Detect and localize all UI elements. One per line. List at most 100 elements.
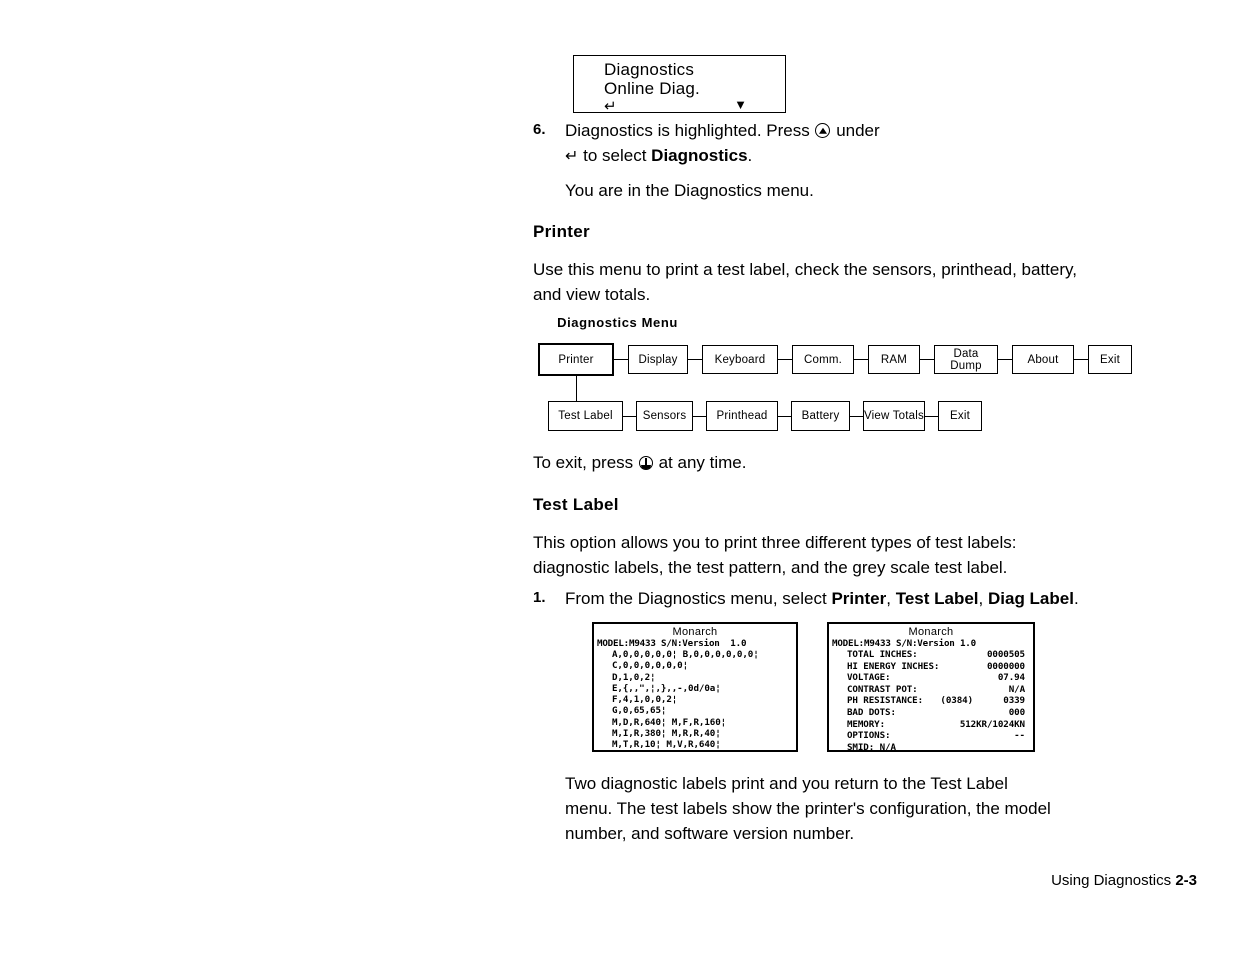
- menu-box-battery[interactable]: Battery: [791, 401, 850, 431]
- heading-test-label: Test Label: [533, 495, 619, 514]
- row-key: SMID: N/A: [847, 741, 896, 752]
- two-labels-line-1: Two diagnostic labels print and you retu…: [565, 774, 1008, 793]
- document-page: Diagnostics Online Diag. ↵ ▼ 6. Diagnost…: [0, 0, 1235, 954]
- menu-box-data-dump[interactable]: Data Dump: [934, 345, 998, 374]
- printed-label-right-row: PH RESISTANCE: (0384) 0339: [847, 695, 1033, 707]
- step-1-body: From the Diagnostics menu, select Printe…: [565, 586, 1079, 611]
- row-key: HI ENERGY INCHES:: [847, 660, 940, 672]
- menu-box-printhead[interactable]: Printhead: [706, 401, 778, 431]
- row-key: PH RESISTANCE:: [847, 695, 924, 707]
- row-value: --: [1014, 730, 1025, 742]
- step-6-text-b: under: [831, 121, 880, 140]
- menu-box-keyboard[interactable]: Keyboard: [702, 345, 778, 374]
- step-6-text-a: Diagnostics is highlighted. Press: [565, 121, 815, 140]
- connector-r2-5: [925, 416, 938, 418]
- row-key: BAD DOTS:: [847, 706, 896, 718]
- page-footer: Using Diagnostics 2-3: [1051, 872, 1197, 889]
- menu-box-ram[interactable]: RAM: [868, 345, 920, 374]
- printed-label-right-row: SMID: N/A: [847, 741, 1033, 752]
- row-key: OPTIONS:: [847, 730, 891, 742]
- row-value: 07.94: [997, 672, 1025, 684]
- menu-diagram: Printer Display Keyboard Comm. RAM Data …: [538, 343, 1138, 438]
- printed-label-right-row: MEMORY: 512KR/1024KN: [847, 719, 1033, 731]
- footer-page-number: 2-3: [1175, 872, 1197, 889]
- row-value: 512KR/1024KN: [959, 718, 1025, 730]
- row-value: 0339: [1003, 695, 1025, 707]
- printed-label-right-model: MODEL:M9433 S/N:Version 1.0: [832, 638, 976, 649]
- test-label-intro-line-1: This option allows you to print three di…: [533, 533, 1017, 552]
- printed-test-label-right: Monarch MODEL:M9433 S/N:Version 1.0 TOTA…: [827, 622, 1035, 752]
- connector-r2-3: [778, 416, 791, 418]
- two-labels-line-2: menu. The test labels show the printer's…: [565, 799, 1051, 818]
- menu-box-exit-sub[interactable]: Exit: [938, 401, 982, 431]
- connector-r2-2: [693, 416, 706, 418]
- printed-label-left-line: E,{,,",¦,},,-,0d/0a¦: [612, 682, 721, 694]
- row-value: N/A: [1008, 683, 1025, 695]
- step-6-number: 6.: [533, 121, 546, 138]
- connector-r1-3: [778, 359, 792, 361]
- row-value: 000: [1008, 706, 1025, 718]
- step-1: 1. From the Diagnostics menu, select Pri…: [533, 586, 1193, 611]
- row-mid: (0384): [940, 695, 973, 707]
- row-key: MEMORY:: [847, 718, 886, 730]
- printed-test-label-left: Monarch MODEL:M9433 S/N:Version 1.0 A,0,…: [592, 622, 798, 752]
- printed-label-left-model: MODEL:M9433 S/N:Version 1.0: [597, 638, 747, 649]
- menu-box-view-totals[interactable]: View Totals: [863, 401, 925, 431]
- step-6-text-c: to select: [578, 146, 652, 165]
- lcd-line-1: Diagnostics: [604, 60, 695, 79]
- lcd-line-2: Online Diag.: [604, 79, 700, 98]
- connector-r1-6: [998, 359, 1012, 361]
- step-1-text-a: From the Diagnostics menu, select: [565, 589, 832, 608]
- paragraph-you-are-in-menu: You are in the Diagnostics menu.: [565, 181, 814, 200]
- to-exit-text-a: To exit, press: [533, 453, 638, 472]
- connector-r1-4: [854, 359, 868, 361]
- paragraph-test-label-intro: This option allows you to print three di…: [533, 530, 1193, 580]
- connector-r1-2: [688, 359, 702, 361]
- printed-label-right-row: OPTIONS: --: [847, 730, 1033, 742]
- step-6-bold-diagnostics: Diagnostics: [651, 146, 748, 165]
- printed-label-left-line: G,0,65,65¦: [612, 705, 667, 717]
- printed-label-left-line: A,0,0,0,0,0¦ B,0,0,0,0,0,0¦: [612, 649, 759, 660]
- printed-label-left-line: M,T,R,10¦ M,V,R,640¦: [612, 739, 721, 751]
- menu-box-printer[interactable]: Printer: [538, 343, 614, 376]
- connector-r1-7: [1074, 359, 1088, 361]
- menu-box-display[interactable]: Display: [628, 345, 688, 374]
- printed-label-right-row: VOLTAGE: 07.94: [847, 672, 1033, 684]
- lcd-enter-glyph: ↵: [604, 98, 617, 115]
- menu-box-sensors[interactable]: Sensors: [636, 401, 693, 431]
- enter-key-glyph: ↵: [565, 148, 579, 165]
- menu-box-exit[interactable]: Exit: [1088, 345, 1132, 374]
- heading-printer: Printer: [533, 222, 590, 241]
- test-label-intro-line-2: diagnostic labels, the test pattern, and…: [533, 558, 1008, 577]
- printed-label-left-line: D,1,0,2¦: [612, 671, 656, 683]
- paragraph-printer-intro: Use this menu to print a test label, che…: [533, 257, 1193, 307]
- paragraph-to-exit: To exit, press at any time.: [533, 450, 1193, 475]
- printed-label-right-title: Monarch: [908, 626, 954, 638]
- connector-r1-5: [920, 359, 934, 361]
- two-labels-line-3: number, and software version number.: [565, 824, 855, 843]
- footer-chapter: Using Diagnostics: [1051, 872, 1172, 889]
- printed-label-left-line: M,I,R,380¦ M,R,R,40¦: [612, 728, 721, 740]
- step-6-text-d: .: [747, 146, 753, 165]
- printer-intro-line-2: and view totals.: [533, 285, 651, 304]
- printed-label-left-line: F,4,1,0,0,2¦: [612, 694, 678, 706]
- printed-label-right-row: HI ENERGY INCHES: 0000000: [847, 661, 1033, 673]
- step-1-text-end: .: [1073, 589, 1079, 608]
- step-1-bold-diag-label: Diag Label: [987, 589, 1074, 608]
- menu-box-test-label[interactable]: Test Label: [548, 401, 623, 431]
- step-1-sep-1: ,: [886, 589, 896, 608]
- printed-label-right-row: CONTRAST POT: N/A: [847, 684, 1033, 696]
- row-key: VOLTAGE:: [847, 672, 891, 684]
- row-key: CONTRAST POT:: [847, 683, 918, 695]
- menu-box-about[interactable]: About: [1012, 345, 1074, 374]
- paragraph-two-labels-print: Two diagnostic labels print and you retu…: [565, 771, 1205, 846]
- lcd-display-panel: Diagnostics Online Diag. ↵ ▼: [573, 55, 786, 115]
- step-1-bold-printer: Printer: [831, 589, 887, 608]
- step-6: 6. Diagnostics is highlighted. Press und…: [533, 118, 1193, 169]
- lcd-down-arrow-icon: ▼: [734, 97, 747, 112]
- printed-label-right-row: BAD DOTS: 000: [847, 707, 1033, 719]
- connector-r1-1: [614, 359, 628, 361]
- menu-box-comm[interactable]: Comm.: [792, 345, 854, 374]
- to-exit-text-b: at any time.: [653, 453, 747, 472]
- printed-label-left-title: Monarch: [672, 626, 718, 638]
